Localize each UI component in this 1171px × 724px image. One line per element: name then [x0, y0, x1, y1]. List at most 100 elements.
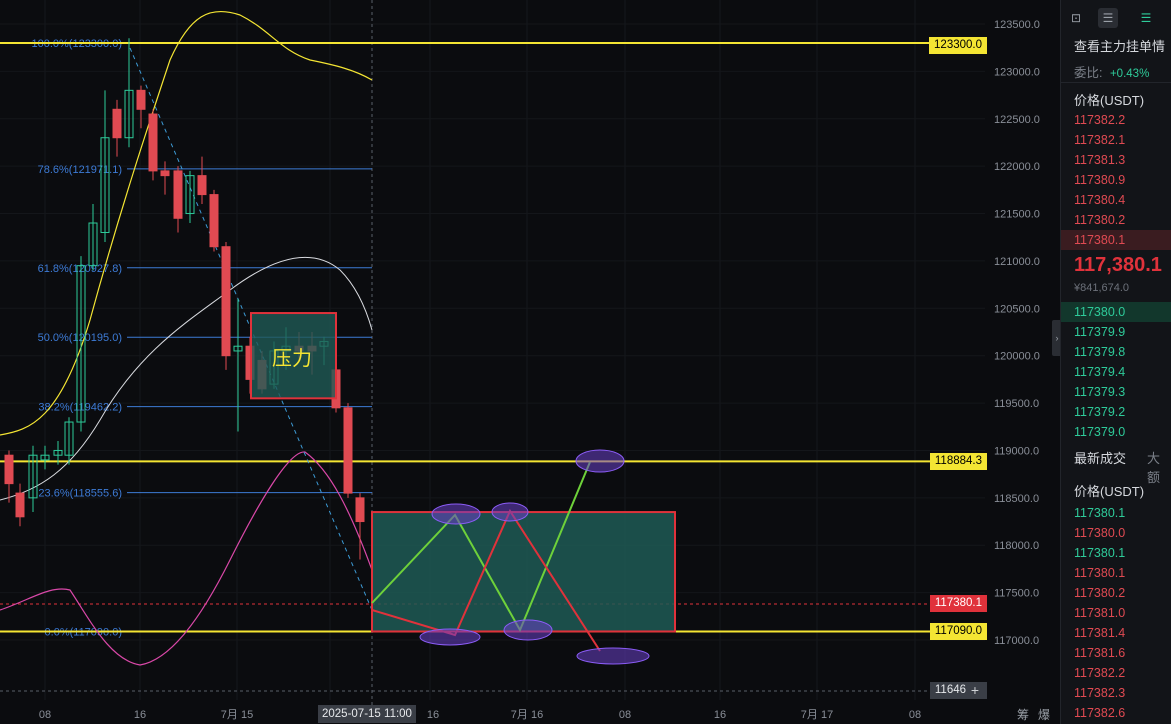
bid-row[interactable]: 117380.0	[1061, 302, 1171, 322]
price-axis-label: 119500.0	[994, 398, 1039, 410]
candle-body	[173, 170, 183, 219]
crosshair-time-tag: 2025-07-15 11:00	[318, 705, 416, 723]
pivot-ellipse	[503, 619, 553, 641]
bid-row[interactable]: 117379.8	[1061, 342, 1171, 362]
ask-row[interactable]: 117382.2	[1061, 110, 1171, 130]
trade-row: 117382.6	[1074, 706, 1126, 720]
liquidation-icon[interactable]: 爆	[1038, 706, 1050, 723]
chart-canvas[interactable]: 123500.0 123000.0 122500.0 122000.0 121500.0…	[0, 0, 1060, 724]
bid-ask-ratio: 委比: +0.43%	[1074, 62, 1149, 81]
layout-icon[interactable]: ⊡	[1066, 8, 1086, 28]
price-chart[interactable]: 123500.0 123000.0 122500.0 122000.0 121500.0…	[0, 0, 1060, 724]
pivot-ellipse	[575, 449, 625, 473]
bid-row[interactable]: 117379.3	[1061, 382, 1171, 402]
hline-tag-mid: 118884.3	[929, 453, 987, 470]
price-axis-label: 123500.0	[994, 19, 1040, 31]
orderbook-both-icon[interactable]: ☰	[1098, 8, 1118, 28]
candle-body	[355, 497, 365, 523]
trade-row: 117380.2	[1074, 586, 1126, 600]
last-price-cny: ¥841,674.0	[1074, 282, 1130, 294]
main-orders-title: 查看主力挂单情	[1074, 39, 1166, 54]
current-price-tag: 117380.1	[929, 595, 987, 612]
orderbook-panel: ⊡ ☰ ☰ 查看主力挂单情 委比: +0.43% 价格(USDT) 117382…	[1060, 0, 1171, 724]
price-axis-label: 117500.0	[994, 588, 1039, 600]
trade-row: 117381.0	[1074, 606, 1126, 620]
bid-list: 117380.0 117379.9 117379.8 117379.4 117379.3…	[1061, 302, 1171, 442]
pivot-ellipse	[491, 502, 529, 522]
trade-row: 117380.0	[1074, 526, 1126, 540]
pivot-ellipse	[431, 503, 481, 525]
orderbook-price-header: 价格(USDT)	[1074, 93, 1145, 108]
trade-row: 117381.6	[1074, 646, 1126, 660]
trade-row: 117381.4	[1074, 626, 1126, 640]
price-axis-label: 122500.0	[994, 114, 1040, 126]
pivot-ellipse	[576, 647, 650, 665]
trade-row: 117382.3	[1074, 686, 1126, 700]
trade-row: 117380.1	[1074, 566, 1126, 580]
ask-row[interactable]: 117381.3	[1061, 150, 1171, 170]
bid-row[interactable]: 117379.0	[1061, 422, 1171, 442]
price-axis-label: 123000.0	[994, 66, 1040, 78]
price-axis-label: 119000.0	[994, 445, 1039, 457]
price-axis-label: 120000.0	[994, 351, 1040, 363]
time-axis-label: 08	[909, 709, 921, 721]
orderbook-bids-icon[interactable]: ☰	[1136, 8, 1156, 28]
resistance-label: 压力	[272, 346, 312, 370]
bid-row[interactable]: 117379.9	[1061, 322, 1171, 342]
hline-tag-bottom: 117090.0	[929, 623, 987, 640]
candle-body	[112, 108, 122, 139]
hline-tag-top: 123300.0	[929, 37, 987, 54]
price-axis-label: 118500.0	[994, 493, 1039, 505]
ask-row[interactable]: 117382.1	[1061, 130, 1171, 150]
trade-row: 117382.2	[1074, 666, 1126, 680]
tab-large-trades[interactable]: 大额	[1147, 448, 1171, 486]
ask-row[interactable]: 117380.9	[1061, 170, 1171, 190]
pivot-ellipse	[419, 628, 481, 646]
candle-body	[136, 89, 146, 110]
last-price: 117,380.1	[1074, 254, 1162, 276]
candle-body	[15, 492, 25, 518]
time-axis-label: 16	[427, 709, 439, 721]
candle-body	[197, 175, 207, 196]
ask-list: 117382.2 117382.1 117381.3 117380.9 117380.4…	[1061, 110, 1171, 250]
bid-row[interactable]: 117379.4	[1061, 362, 1171, 382]
candle-body	[160, 170, 170, 177]
projection-zone	[371, 511, 676, 633]
ratio-label: 委比:	[1074, 66, 1103, 80]
ratio-value: +0.43%	[1109, 68, 1150, 80]
chip-icon[interactable]: 筹	[1017, 706, 1029, 723]
fib-label: 23.6%(118555.6)	[38, 488, 122, 500]
price-axis-label: 121000.0	[994, 256, 1040, 268]
trade-list: 117380.1 117380.0 117380.1 117380.1 117380.2…	[1061, 503, 1171, 723]
candle-body	[4, 454, 14, 485]
ask-row[interactable]: 117380.1	[1061, 230, 1171, 250]
time-axis-label: 16	[134, 709, 146, 721]
bid-row[interactable]: 117379.2	[1061, 402, 1171, 422]
time-axis-label: 7月 16	[511, 709, 543, 721]
price-axis-label: 122000.0	[994, 161, 1040, 173]
time-axis-label: 7月 17	[801, 709, 833, 721]
price-axis-label: 118000.0	[994, 540, 1039, 552]
tab-latest-trades[interactable]: 最新成交	[1074, 448, 1126, 467]
price-axis-label: 117000.0	[994, 635, 1039, 647]
price-axis-label: 120500.0	[994, 303, 1040, 315]
price-axis-label: 121500.0	[994, 209, 1040, 221]
candle-body	[221, 246, 231, 357]
trade-row: 117380.1	[1074, 546, 1126, 560]
trades-price-header: 价格(USDT)	[1074, 484, 1145, 499]
add-alert-button[interactable]: +	[966, 682, 984, 699]
fib-label: 50.0%(120195.0)	[38, 332, 122, 344]
main-orders-link[interactable]: 查看主力挂单情	[1061, 36, 1171, 55]
fib-label: 61.8%(120927.8)	[38, 263, 122, 275]
candle-body	[343, 407, 353, 494]
time-axis-label: 08	[619, 709, 631, 721]
ask-row[interactable]: 117380.2	[1061, 210, 1171, 230]
fib-label: 38.2%(119462.2)	[38, 402, 122, 414]
time-axis-label: 08	[39, 709, 51, 721]
ask-row[interactable]: 117380.4	[1061, 190, 1171, 210]
candle-body	[209, 194, 219, 248]
time-axis-label: 7月 15	[221, 709, 253, 721]
time-axis-label: 16	[714, 709, 726, 721]
candle-body	[148, 113, 158, 172]
trade-row: 117380.1	[1074, 506, 1126, 520]
